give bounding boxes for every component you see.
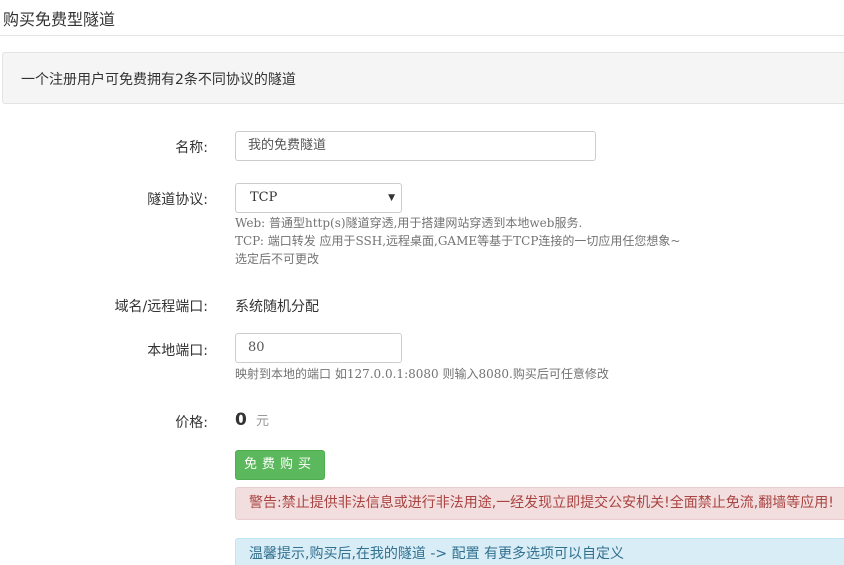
local-port-help: 映射到本地的端口 如127.0.0.1:8080 则输入8080.购买后可任意修…	[235, 367, 609, 381]
protocol-label: 隧道协议:	[147, 192, 208, 208]
protocol-selected-value: TCP	[250, 190, 278, 205]
protocol-select[interactable]: TCP ▼	[235, 183, 402, 213]
price-value: 0	[235, 410, 247, 430]
price-label: 价格:	[175, 415, 208, 431]
page-title: 购买免费型隧道	[3, 10, 116, 29]
remote-label: 域名/远程端口:	[114, 299, 208, 315]
remote-value: 系统随机分配	[235, 299, 319, 315]
chevron-down-icon: ▼	[388, 193, 395, 203]
notice-box: 一个注册用户可免费拥有2条不同协议的隧道	[2, 52, 844, 104]
title-divider	[0, 35, 844, 36]
name-label: 名称:	[175, 140, 208, 156]
protocol-help-note: 选定后不可更改	[235, 252, 320, 266]
notice-text: 一个注册用户可免费拥有2条不同协议的隧道	[21, 72, 296, 88]
price-unit: 元	[255, 414, 269, 429]
price-display: 0 元	[235, 410, 269, 430]
protocol-help-web: Web: 普通型http(s)隧道穿透,用于搭建网站穿透到本地web服务.	[235, 216, 583, 230]
buy-button[interactable]: 免费购买	[235, 450, 325, 480]
local-port-label: 本地端口:	[147, 343, 208, 359]
warning-alert: 警告:禁止提供非法信息或进行非法用途,一经发现立即提交公安机关!全面禁止免流,翻…	[235, 487, 844, 520]
buy-free-tunnel-page: 购买免费型隧道 一个注册用户可免费拥有2条不同协议的隧道 名称: 我的免费隧道 …	[0, 0, 844, 565]
protocol-help-tcp: TCP: 端口转发 应用于SSH,远程桌面,GAME等基于TCP连接的一切应用任…	[235, 234, 681, 248]
local-port-input[interactable]: 80	[235, 333, 402, 363]
info-alert: 温馨提示,购买后,在我的隧道 -> 配置 有更多选项可以自定义	[235, 538, 844, 565]
name-input[interactable]: 我的免费隧道	[235, 131, 596, 161]
